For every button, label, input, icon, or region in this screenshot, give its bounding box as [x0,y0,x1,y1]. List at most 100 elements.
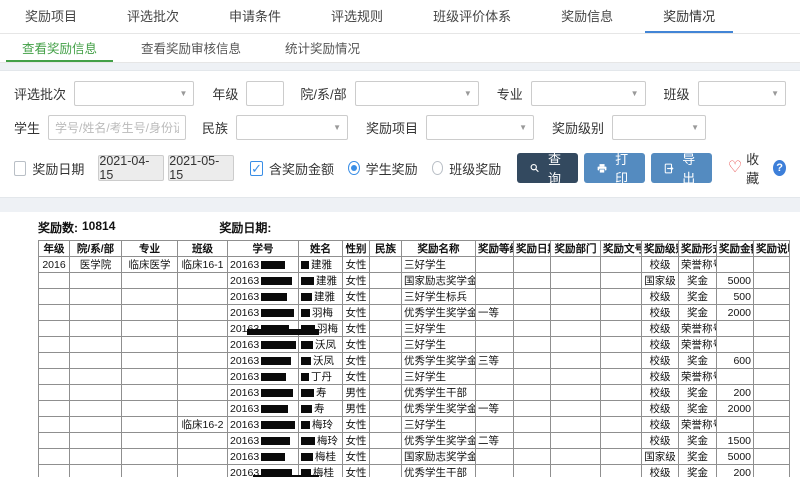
cell-dept [551,257,601,273]
table-row[interactable]: 20163建雅女性三好学生标兵校级奖金500 [39,289,790,305]
table-row[interactable]: 20163建雅女性国家励志奖学金国家级奖金5000 [39,273,790,289]
cell-ethnic [370,321,402,337]
level-select[interactable]: ▼ [612,115,706,140]
cell-name: 梅玲 [299,417,343,433]
cell-college [70,433,122,449]
cell-gender: 女性 [343,449,370,465]
cell-dept [551,337,601,353]
major-select[interactable]: ▼ [531,81,646,106]
cell-amount: 500 [717,289,754,305]
cell-college [70,289,122,305]
table-row[interactable]: 20163沃凤女性三好学生校级荣誉称号 [39,337,790,353]
tab-3[interactable]: 评选规则 [313,0,401,33]
cell-major [122,273,178,289]
table-row[interactable]: 20163梅玲女性优秀学生奖学金二等校级奖金1500 [39,433,790,449]
cell-level [476,337,514,353]
class-award-radio[interactable] [432,161,444,175]
cell-rank: 校级 [642,433,679,449]
print-button[interactable]: 打印 [584,153,645,183]
cell-award: 三好学生 [402,337,476,353]
results-summary: 奖励数: 10814 奖励日期: [0,212,800,240]
cell-amount: 200 [717,385,754,401]
query-button[interactable]: 查询 [517,153,577,183]
cell-award: 优秀学生干部 [402,385,476,401]
subtab-1[interactable]: 查看奖励审核信息 [125,34,257,62]
cell-date [514,257,551,273]
cell-grade [39,401,70,417]
cell-date [514,273,551,289]
project-select[interactable]: ▼ [426,115,534,140]
cell-college [70,305,122,321]
date-to-input[interactable]: 2021-05-15 [168,155,234,181]
subtab-2[interactable]: 统计奖励情况 [269,34,376,62]
class-select[interactable]: ▼ [698,81,786,106]
redaction-bar [247,329,319,335]
table-row[interactable]: 20163梅桂女性优秀学生干部校级奖金200 [39,465,790,477]
table-row[interactable]: 20163羽梅女性三好学生校级荣誉称号 [39,321,790,337]
redacted-id [261,421,295,429]
chevron-down-icon: ▼ [631,90,639,98]
export-button[interactable]: 导出 [651,153,712,183]
tab-1[interactable]: 评选批次 [109,0,197,33]
cell-level [476,385,514,401]
table-row[interactable]: 20163寿男性优秀学生干部校级奖金200 [39,385,790,401]
table-row[interactable]: 20163寿男性优秀学生奖学金一等校级奖金2000 [39,401,790,417]
check-icon: ✓ [251,162,262,175]
redacted-surname [301,341,313,349]
cell-cls [178,273,228,289]
cell-dept [551,369,601,385]
column-header: 院/系/部 [70,241,122,257]
grade-input[interactable] [246,81,284,106]
tab-6[interactable]: 奖励情况 [645,0,733,33]
cell-rank: 校级 [642,321,679,337]
column-header: 民族 [370,241,402,257]
cell-grade [39,433,70,449]
batch-select[interactable]: ▼ [74,81,194,106]
cell-sid: 20163 [228,289,299,305]
table-row[interactable]: 20163沃凤女性优秀学生奖学金三等校级奖金600 [39,353,790,369]
ethnic-select[interactable]: ▼ [236,115,348,140]
cell-rank: 校级 [642,337,679,353]
favorite-label: 收藏 [746,149,763,187]
award-management-app: 奖励项目评选批次申请条件评选规则班级评价体系奖励信息奖励情况 查看奖励信息查看奖… [0,0,800,477]
tab-4[interactable]: 班级评价体系 [415,0,529,33]
cell-form: 奖金 [679,385,717,401]
chevron-down-icon: ▼ [333,124,341,132]
chevron-down-icon: ▼ [464,90,472,98]
student-award-radio[interactable] [348,161,360,175]
cell-sid: 20163 [228,305,299,321]
cell-sid: 20163 [228,369,299,385]
column-header: 奖励文号 [601,241,642,257]
tab-5[interactable]: 奖励信息 [543,0,631,33]
tab-0[interactable]: 奖励项目 [7,0,95,33]
date-from-input[interactable]: 2021-04-15 [98,155,164,181]
cell-date [514,353,551,369]
favorite-button[interactable]: ♡ 收藏 [728,149,763,187]
table-row[interactable]: 20163丁丹女性三好学生校级荣誉称号 [39,369,790,385]
table-row[interactable]: 20163羽梅女性优秀学生奖学金一等校级奖金2000 [39,305,790,321]
table-row[interactable]: 临床16-220163梅玲女性三好学生校级荣誉称号 [39,417,790,433]
cell-rank: 校级 [642,417,679,433]
cell-doc [601,417,642,433]
table-row[interactable]: 2016医学院临床医学临床16-120163建雅女性三好学生校级荣誉称号 [39,257,790,273]
cell-date [514,449,551,465]
subtab-0[interactable]: 查看奖励信息 [6,34,113,62]
cell-level [476,273,514,289]
include-amount-checkbox[interactable]: ✓ [250,161,263,176]
award-date-checkbox[interactable] [14,161,26,176]
table-row[interactable]: 20163梅桂女性国家励志奖学金国家级奖金5000 [39,449,790,465]
help-icon[interactable]: ? [773,160,786,176]
cell-note [754,337,790,353]
cell-doc [601,353,642,369]
student-search-input[interactable] [48,115,186,140]
tab-2[interactable]: 申请条件 [211,0,299,33]
cell-ethnic [370,305,402,321]
column-header: 奖励等级 [476,241,514,257]
cell-major [122,401,178,417]
cell-ethnic [370,257,402,273]
cell-award: 优秀学生干部 [402,465,476,477]
cell-doc [601,305,642,321]
dept-select[interactable]: ▼ [355,81,479,106]
cell-rank: 校级 [642,257,679,273]
cell-dept [551,433,601,449]
